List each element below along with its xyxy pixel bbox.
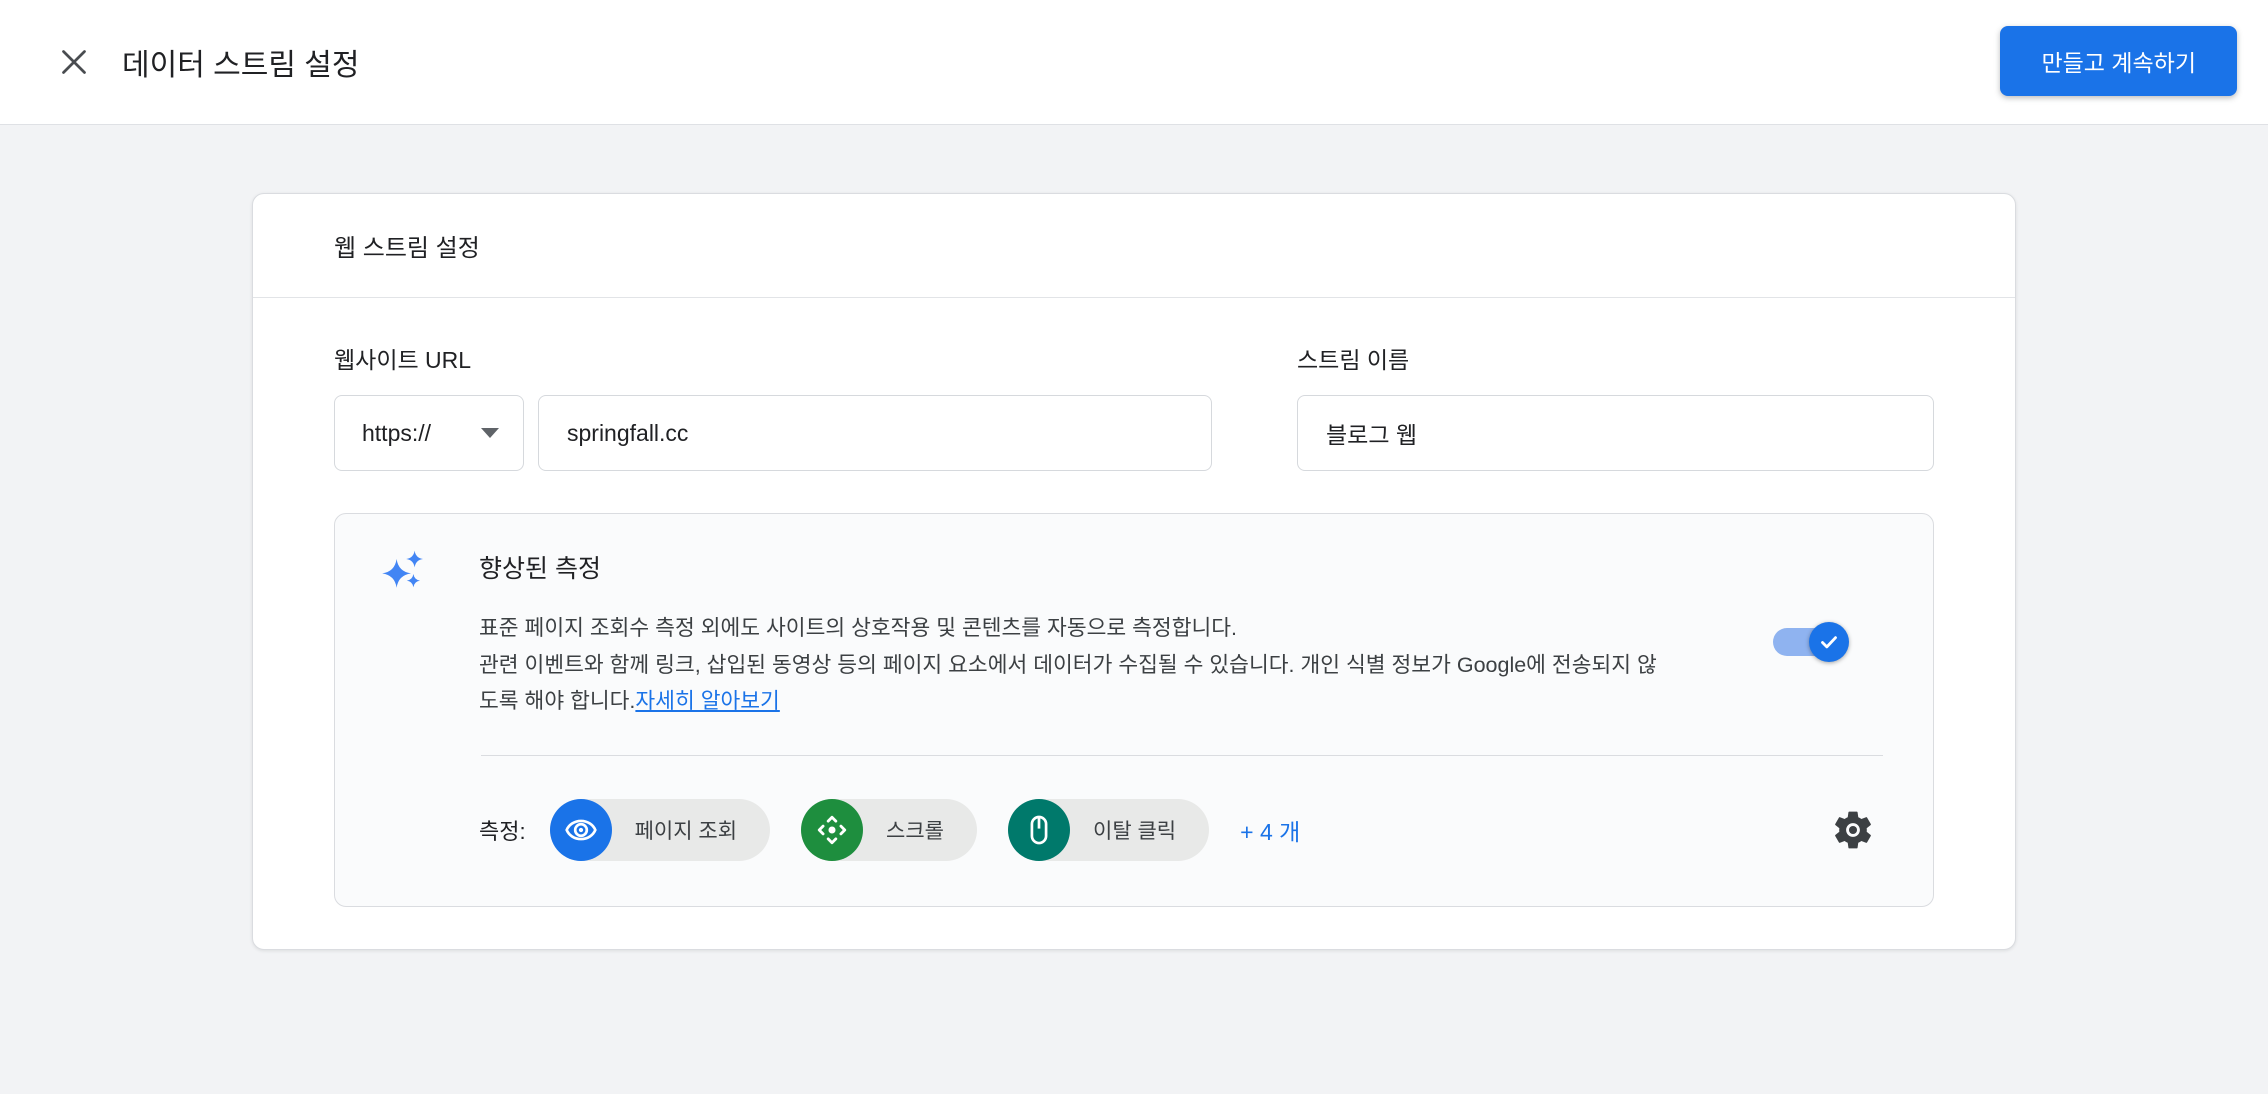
website-url-input[interactable] — [538, 395, 1212, 471]
enhanced-measurement-title: 향상된 측정 — [479, 549, 601, 585]
protocol-select[interactable]: https:// — [334, 395, 524, 471]
close-button[interactable] — [50, 38, 98, 86]
close-icon — [56, 44, 92, 80]
measurement-chips-row: 측정: 페이지 조회 — [479, 799, 1300, 861]
sparkle-icon — [381, 547, 429, 595]
chip-label: 스크롤 — [886, 815, 944, 845]
scroll-icon — [801, 799, 863, 861]
chip-label: 이탈 클릭 — [1093, 815, 1176, 845]
eye-icon — [550, 799, 612, 861]
description-line-2: 관련 이벤트와 함께 링크, 삽입된 동영상 등의 페이지 요소에서 데이터가 … — [479, 653, 1657, 677]
enhanced-measurement-description: 표준 페이지 조회수 측정 외에도 사이트의 상호작용 및 콘텐츠를 자동으로 … — [479, 610, 1899, 720]
description-line-1: 표준 페이지 조회수 측정 외에도 사이트의 상호작용 및 콘텐츠를 자동으로 … — [479, 616, 1237, 640]
card-header: 웹 스트림 설정 — [253, 194, 2015, 298]
mouse-icon — [1008, 799, 1070, 861]
page-title: 데이터 스트림 설정 — [122, 40, 359, 84]
website-url-label: 웹사이트 URL — [334, 341, 1212, 375]
chip-scrolls[interactable]: 스크롤 — [801, 799, 977, 861]
enhanced-measurement-panel: 향상된 측정 표준 페이지 조회수 측정 외에도 사이트의 상호작용 및 콘텐츠… — [334, 513, 1934, 907]
stream-name-label: 스트림 이름 — [1297, 341, 1934, 375]
chip-page-views[interactable]: 페이지 조회 — [550, 799, 770, 861]
more-events-link[interactable]: + 4 개 — [1240, 813, 1300, 847]
card-section-title: 웹 스트림 설정 — [334, 228, 480, 263]
stream-name-input[interactable] — [1297, 395, 1934, 471]
stream-form-row: 웹사이트 URL https:// 스트림 이름 — [334, 341, 1934, 471]
website-url-field: 웹사이트 URL https:// — [334, 341, 1212, 471]
chevron-down-icon — [481, 428, 499, 438]
gear-icon — [1830, 807, 1876, 853]
protocol-value: https:// — [362, 420, 431, 447]
measure-label: 측정: — [479, 814, 526, 846]
chip-outbound-clicks[interactable]: 이탈 클릭 — [1008, 799, 1209, 861]
dialog-header: 데이터 스트림 설정 만들고 계속하기 — [0, 0, 2268, 125]
chip-label: 페이지 조회 — [635, 815, 737, 845]
stream-name-field: 스트림 이름 — [1297, 341, 1934, 471]
enhanced-measurement-settings-button[interactable] — [1829, 806, 1877, 854]
panel-divider — [481, 755, 1883, 756]
website-url-controls: https:// — [334, 395, 1212, 471]
learn-more-link[interactable]: 자세히 알아보기 — [635, 689, 779, 713]
web-stream-settings-card: 웹 스트림 설정 웹사이트 URL https:// 스트림 이름 — [252, 193, 2016, 950]
create-and-continue-button[interactable]: 만들고 계속하기 — [2000, 26, 2237, 96]
description-line-3: 도록 해야 합니다. — [479, 689, 635, 713]
card-body: 웹사이트 URL https:// 스트림 이름 — [253, 341, 2015, 907]
